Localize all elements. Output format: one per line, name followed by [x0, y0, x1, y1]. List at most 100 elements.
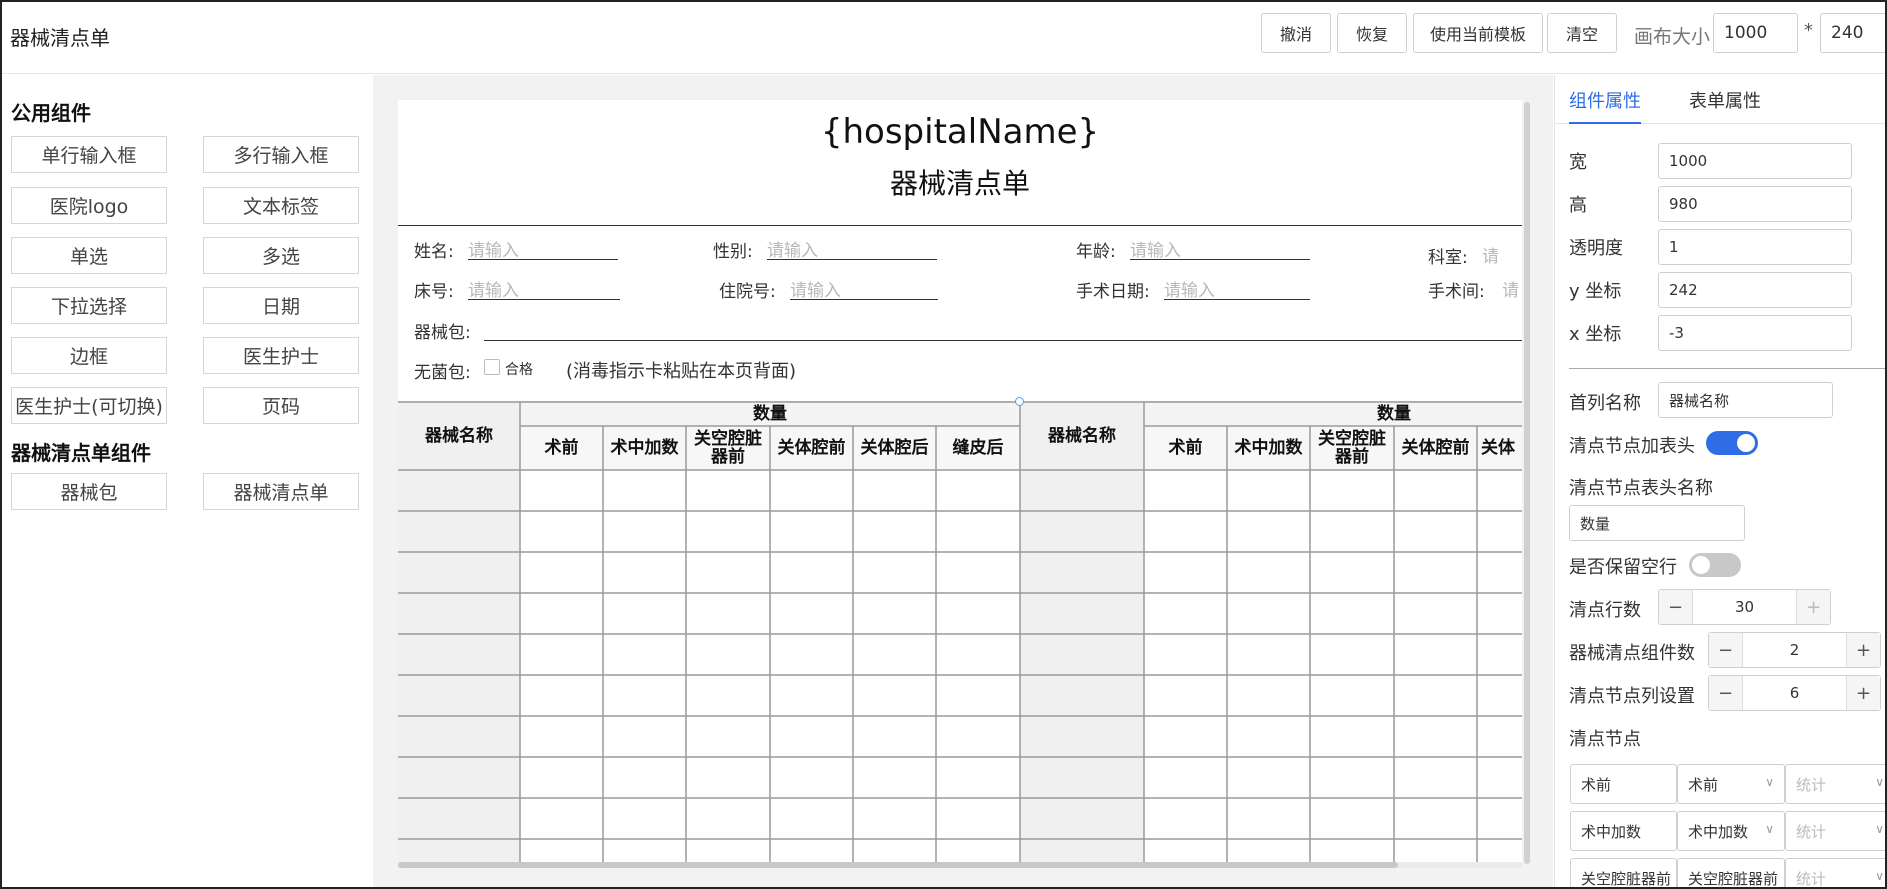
node-name-input[interactable]: 术中加数 — [1570, 811, 1677, 851]
component-radio[interactable]: 单选 — [11, 237, 167, 274]
first-col-name-input[interactable]: 器械名称 — [1658, 382, 1833, 418]
node-header-name-label: 清点节点表头名称 — [1569, 478, 1713, 499]
common-components-title: 公用组件 — [11, 101, 91, 125]
tab-component-props[interactable]: 组件属性 — [1569, 87, 1641, 113]
cols-value[interactable]: 6 — [1743, 676, 1846, 710]
node-header-toggle[interactable] — [1706, 431, 1758, 455]
table2-col-header: 关空腔脏器前 — [1318, 429, 1386, 467]
component-checkbox[interactable]: 多选 — [203, 237, 359, 274]
components-stepper[interactable]: − 2 + — [1708, 632, 1881, 668]
component-hospital-logo[interactable]: 医院logo — [11, 187, 167, 224]
node-type-value: 术前 — [1688, 775, 1719, 794]
node-header-label: 清点节点加表头 — [1569, 436, 1695, 457]
opacity-label: 透明度 — [1569, 238, 1623, 259]
component-doctor-nurse[interactable]: 医生护士 — [203, 337, 359, 374]
times-sign: * — [1804, 20, 1813, 41]
redo-button[interactable]: 恢复 — [1337, 13, 1407, 53]
components-count-label: 器械清点组件数 — [1569, 643, 1695, 664]
table-col-header: 术中加数 — [610, 438, 679, 458]
node-stat-select[interactable]: 统计 ∨ — [1785, 858, 1885, 888]
vertical-scrollbar[interactable] — [1524, 102, 1530, 864]
height-input[interactable]: 980 — [1658, 186, 1852, 222]
properties-panel: 组件属性 表单属性 宽 1000 高 980 透明度 1 y 坐标 242 x … — [1554, 75, 1885, 888]
node-cols-stepper[interactable]: − 6 + — [1708, 675, 1881, 711]
chevron-down-icon: ∨ — [1875, 775, 1884, 789]
checklist-table-grid — [398, 401, 1522, 862]
chevron-down-icon: ∨ — [1765, 822, 1774, 836]
node-name-input[interactable]: 术前 — [1570, 764, 1677, 804]
x-coord-label: x 坐标 — [1569, 324, 1622, 345]
node-header-name-input[interactable]: 数量 — [1569, 505, 1745, 541]
chevron-down-icon: ∨ — [1765, 775, 1774, 789]
node-type-select[interactable]: 关空腔脏器前 ∨ — [1677, 858, 1785, 887]
cols-increment-button[interactable]: + — [1846, 676, 1880, 710]
x-coord-input[interactable]: -3 — [1658, 315, 1852, 351]
components-value[interactable]: 2 — [1743, 633, 1846, 667]
canvas-height-input[interactable]: 240 — [1820, 13, 1885, 53]
component-panel: 公用组件 单行输入框 多行输入框 医院logo 文本标签 单选 多选 下拉选择 … — [2, 75, 372, 887]
checklist-components-title: 器械清点单组件 — [11, 441, 151, 465]
keep-empty-rows-toggle[interactable] — [1689, 553, 1741, 577]
table-first-col-header: 器械名称 — [425, 426, 493, 446]
components-decrement-button[interactable]: − — [1709, 633, 1743, 667]
node-cols-label: 清点节点列设置 — [1569, 686, 1695, 707]
width-input[interactable]: 1000 — [1658, 143, 1852, 179]
rows-stepper[interactable]: − 30 + — [1658, 589, 1831, 625]
node-type-select[interactable]: 术前 ∨ — [1677, 764, 1785, 804]
width-label: 宽 — [1569, 152, 1587, 173]
rows-label: 清点行数 — [1569, 600, 1641, 621]
canvas-width-input[interactable]: 1000 — [1713, 13, 1798, 53]
app-window: 器械清点单 撤消 恢复 使用当前模板 清空 画布大小 1000 * 240 公用… — [0, 0, 1887, 889]
rows-increment-button[interactable]: + — [1796, 590, 1830, 624]
undo-button[interactable]: 撤消 — [1261, 13, 1331, 53]
component-doctor-nurse-switchable[interactable]: 医生护士(可切换) — [11, 387, 167, 424]
component-instrument-pack[interactable]: 器械包 — [11, 473, 167, 510]
node-stat-value: 统计 — [1796, 869, 1827, 888]
tab-form-props[interactable]: 表单属性 — [1689, 87, 1761, 113]
y-coord-input[interactable]: 242 — [1658, 272, 1852, 308]
rows-value[interactable]: 30 — [1693, 590, 1796, 624]
opacity-input[interactable]: 1 — [1658, 229, 1852, 265]
table2-col-header: 关体腔前 — [1401, 438, 1470, 458]
height-label: 高 — [1569, 195, 1587, 216]
chevron-down-icon: ∨ — [1875, 869, 1884, 883]
first-col-name-label: 首列名称 — [1569, 393, 1641, 414]
table-col-header: 关体腔后 — [860, 438, 929, 458]
table-group-header: 数量 — [753, 404, 787, 424]
table2-col-header: 关体 — [1481, 438, 1515, 458]
table-col-header: 关空腔脏器前 — [694, 429, 762, 467]
component-dropdown[interactable]: 下拉选择 — [11, 287, 167, 324]
table2-col-header: 术前 — [1168, 438, 1203, 458]
component-multi-input[interactable]: 多行输入框 — [203, 136, 359, 173]
component-single-input[interactable]: 单行输入框 — [11, 136, 167, 173]
table2-col-header: 术中加数 — [1234, 438, 1303, 458]
node-stat-value: 统计 — [1796, 822, 1827, 841]
rows-decrement-button[interactable]: − — [1659, 590, 1693, 624]
node-stat-select[interactable]: 统计 ∨ — [1785, 764, 1885, 804]
horizontal-scrollbar[interactable] — [398, 862, 1398, 868]
header: 器械清点单 撤消 恢复 使用当前模板 清空 画布大小 1000 * 240 — [2, 2, 1885, 74]
node-stat-select[interactable]: 统计 ∨ — [1785, 811, 1885, 851]
component-instrument-checklist[interactable]: 器械清点单 — [203, 473, 359, 510]
node-stat-value: 统计 — [1796, 775, 1827, 794]
app-title: 器械清点单 — [10, 26, 110, 50]
component-text-label[interactable]: 文本标签 — [203, 187, 359, 224]
table2-group-header: 数量 — [1377, 404, 1411, 424]
table-col-header: 术前 — [544, 438, 579, 458]
components-increment-button[interactable]: + — [1846, 633, 1880, 667]
node-name-input[interactable]: 关空腔脏器前 — [1570, 858, 1677, 887]
design-canvas: {hospitalName} 器械清点单 姓名: 请输入 性别: 请输入 年龄:… — [373, 75, 1553, 887]
component-date[interactable]: 日期 — [203, 287, 359, 324]
table-col-header: 缝皮后 — [952, 438, 1004, 458]
clear-button[interactable]: 清空 — [1547, 13, 1617, 53]
component-border[interactable]: 边框 — [11, 337, 167, 374]
node-type-value: 术中加数 — [1688, 822, 1749, 841]
component-page-number[interactable]: 页码 — [203, 387, 359, 424]
chevron-down-icon: ∨ — [1765, 869, 1774, 883]
node-type-select[interactable]: 术中加数 ∨ — [1677, 811, 1785, 851]
y-coord-label: y 坐标 — [1569, 281, 1622, 302]
props-separator — [1569, 368, 1885, 369]
canvas-size-label: 画布大小 — [1634, 26, 1711, 48]
cols-decrement-button[interactable]: − — [1709, 676, 1743, 710]
use-template-button[interactable]: 使用当前模板 — [1413, 13, 1543, 53]
